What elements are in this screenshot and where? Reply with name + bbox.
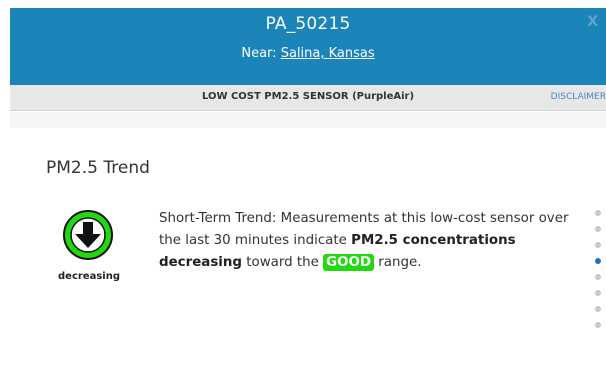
pager-dot[interactable] — [595, 210, 601, 216]
pager-dot[interactable] — [595, 242, 601, 248]
close-button[interactable]: X — [587, 14, 598, 30]
near-prefix: Near: — [241, 46, 281, 61]
pager-dots — [595, 210, 603, 338]
section-title: PM2.5 Trend — [46, 158, 150, 178]
popup-header: PA_50215 Near: Salina, Kansas X — [10, 8, 606, 85]
good-aqi-badge: GOOD — [323, 254, 375, 271]
trend-direction-label: decreasing — [58, 271, 120, 282]
trend-text-mid: toward the — [242, 255, 324, 270]
pager-dot[interactable] — [595, 306, 601, 312]
sensor-id-title: PA_50215 — [265, 14, 351, 34]
sensor-type-label: LOW COST PM2.5 SENSOR (PurpleAir) — [201, 91, 415, 102]
trend-description: Short-Term Trend: Measurements at this l… — [159, 208, 584, 274]
pager-dot[interactable] — [595, 258, 601, 264]
pager-dot[interactable] — [595, 274, 601, 280]
content-top-band — [10, 112, 606, 128]
trend-text-end: range. — [374, 255, 422, 270]
down-arrow-circle-icon — [63, 210, 113, 260]
pager-dot[interactable] — [595, 226, 601, 232]
disclaimer-link[interactable]: DISCLAIMER — [551, 92, 606, 102]
pager-dot[interactable] — [595, 322, 601, 328]
pager-dot[interactable] — [595, 290, 601, 296]
near-location: Near: Salina, Kansas — [10, 46, 606, 61]
near-location-link[interactable]: Salina, Kansas — [281, 46, 375, 61]
sensor-type-bar: LOW COST PM2.5 SENSOR (PurpleAir) DISCLA… — [10, 85, 606, 111]
